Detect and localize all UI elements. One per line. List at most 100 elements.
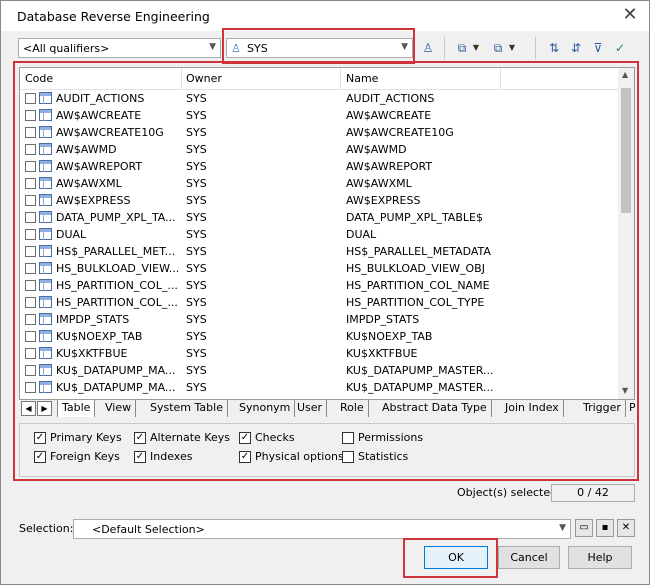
selection-dropdown[interactable]: <Default Selection> ▼ xyxy=(73,519,571,539)
deselect-icon[interactable]: ⧉ xyxy=(487,38,509,58)
row-checkbox[interactable] xyxy=(25,229,36,240)
select-user-icon[interactable]: ♙ xyxy=(417,38,439,58)
table-icon xyxy=(39,296,52,308)
scroll-down-icon[interactable]: ▼ xyxy=(622,386,628,395)
tab-join-index[interactable]: Join Index xyxy=(501,400,564,417)
checks-checkbox[interactable]: ✓ xyxy=(239,432,251,444)
table-row[interactable]: KU$_DATAPUMP_MA... SYS KU$_DATAPUMP_MASTER… xyxy=(20,379,618,396)
foreign-keys-checkbox[interactable]: ✓ xyxy=(34,451,46,463)
indexes-checkbox[interactable]: ✓ xyxy=(134,451,146,463)
table-row[interactable]: KU$XKTFBUE SYS KU$XKTFBUE xyxy=(20,345,618,362)
cell-code: DUAL xyxy=(56,228,87,241)
cell-owner: SYS xyxy=(186,194,207,207)
cancel-button[interactable]: Cancel xyxy=(498,546,560,569)
tab-system-table[interactable]: System Table xyxy=(146,400,228,417)
column-header-owner[interactable]: Owner xyxy=(186,72,222,85)
primary-keys-checkbox[interactable]: ✓ xyxy=(34,432,46,444)
table-row[interactable]: KU$NOEXP_TAB SYS KU$NOEXP_TAB xyxy=(20,328,618,345)
open-folder-icon[interactable]: ▭ xyxy=(575,519,593,537)
cell-code: KU$XKTFBUE xyxy=(56,347,128,360)
table-row[interactable]: HS_BULKLOAD_VIEW... SYS HS_BULKLOAD_VIEW_O… xyxy=(20,260,618,277)
table-row[interactable]: AW$AWCREATE10G SYS AW$AWCREATE10G xyxy=(20,124,618,141)
row-checkbox[interactable] xyxy=(25,127,36,138)
row-checkbox[interactable] xyxy=(25,280,36,291)
row-checkbox[interactable] xyxy=(25,212,36,223)
table-row[interactable]: AW$AWXML SYS AW$AWXML xyxy=(20,175,618,192)
table-row[interactable]: DUAL SYS DUAL xyxy=(20,226,618,243)
filter-check-icon[interactable]: ✓ xyxy=(609,38,631,58)
scroll-thumb[interactable] xyxy=(621,88,631,213)
indexes-label: Indexes xyxy=(150,450,193,463)
cell-code: HS$_PARALLEL_MET... xyxy=(56,245,176,258)
statistics-checkbox[interactable] xyxy=(342,451,354,463)
tab-user[interactable]: User xyxy=(293,400,328,417)
tab-view[interactable]: View xyxy=(101,400,137,417)
row-checkbox[interactable] xyxy=(25,93,36,104)
delete-selection-icon[interactable]: ✕ xyxy=(617,519,635,537)
cell-code: AW$EXPRESS xyxy=(56,194,131,207)
row-checkbox[interactable] xyxy=(25,365,36,376)
table-icon xyxy=(39,262,52,274)
sort-ascending-icon[interactable]: ⇅ xyxy=(543,38,565,58)
row-checkbox[interactable] xyxy=(25,246,36,257)
cell-owner: SYS xyxy=(186,347,207,360)
row-checkbox[interactable] xyxy=(25,161,36,172)
cell-owner: SYS xyxy=(186,381,207,394)
table-row[interactable]: AUDIT_ACTIONS SYS AUDIT_ACTIONS xyxy=(20,90,618,107)
cell-code: HS_PARTITION_COL_... xyxy=(56,279,178,292)
table-row[interactable]: AW$AWMD SYS AW$AWMD xyxy=(20,141,618,158)
row-checkbox[interactable] xyxy=(25,263,36,274)
cell-owner: SYS xyxy=(186,126,207,139)
close-icon[interactable]: ✕ xyxy=(617,3,643,27)
row-checkbox[interactable] xyxy=(25,297,36,308)
row-checkbox[interactable] xyxy=(25,178,36,189)
reverse-options: ✓ Primary Keys ✓ Alternate Keys ✓ Checks Permi… xyxy=(19,423,635,477)
tab-role[interactable]: Role xyxy=(336,400,369,417)
help-button[interactable]: Help xyxy=(568,546,632,569)
chevron-down-icon[interactable]: ▼ xyxy=(471,38,481,58)
tab-scroll-left-icon[interactable]: ◀ xyxy=(21,401,36,416)
table-row[interactable]: DATA_PUMP_XPL_TA... SYS DATA_PUMP_XPL_TABL… xyxy=(20,209,618,226)
row-checkbox[interactable] xyxy=(25,144,36,155)
table-row[interactable]: AW$AWCREATE SYS AW$AWCREATE xyxy=(20,107,618,124)
row-checkbox[interactable] xyxy=(25,331,36,342)
tab-synonym[interactable]: Synonym xyxy=(235,400,296,417)
row-checkbox[interactable] xyxy=(25,314,36,325)
alternate-keys-checkbox[interactable]: ✓ xyxy=(134,432,146,444)
table-row[interactable]: AW$EXPRESS SYS AW$EXPRESS xyxy=(20,192,618,209)
save-selection-icon[interactable]: ▪ xyxy=(596,519,614,537)
cell-name: AW$AWCREATE xyxy=(346,109,432,122)
permissions-checkbox[interactable] xyxy=(342,432,354,444)
owner-dropdown[interactable]: ♙ SYS ▼ xyxy=(226,38,413,58)
qualifier-dropdown[interactable]: <All qualifiers> ▼ xyxy=(18,38,221,58)
table-row[interactable]: HS_PARTITION_COL_... SYS HS_PARTITION_COL_… xyxy=(20,294,618,311)
table-row[interactable]: HS_PARTITION_COL_... SYS HS_PARTITION_COL_… xyxy=(20,277,618,294)
tab-abstract-data-type[interactable]: Abstract Data Type xyxy=(378,400,492,417)
tab-trigger[interactable]: Trigger xyxy=(579,400,626,417)
chevron-down-icon[interactable]: ▼ xyxy=(507,38,517,58)
chevron-down-icon: ▼ xyxy=(209,42,216,52)
select-all-icon[interactable]: ⧉ xyxy=(451,38,473,58)
ok-button[interactable]: OK xyxy=(424,546,488,569)
tab-pr[interactable]: Pr xyxy=(625,400,635,417)
column-header-code[interactable]: Code xyxy=(25,72,53,85)
column-header-name[interactable]: Name xyxy=(346,72,378,85)
physical-options-checkbox[interactable]: ✓ xyxy=(239,451,251,463)
vertical-scrollbar[interactable]: ▲ ▼ xyxy=(618,68,634,399)
scroll-up-icon[interactable]: ▲ xyxy=(622,70,628,79)
tab-scroll-right-icon[interactable]: ▶ xyxy=(37,401,52,416)
cell-owner: SYS xyxy=(186,92,207,105)
row-checkbox[interactable] xyxy=(25,382,36,393)
table-row[interactable]: KU$_DATAPUMP_MA... SYS KU$_DATAPUMP_MASTER… xyxy=(20,362,618,379)
sort-descending-icon[interactable]: ⇵ xyxy=(565,38,587,58)
filter-icon[interactable]: ⊽ xyxy=(587,38,609,58)
row-checkbox[interactable] xyxy=(25,110,36,121)
row-checkbox[interactable] xyxy=(25,348,36,359)
row-checkbox[interactable] xyxy=(25,195,36,206)
table-row[interactable]: AW$AWREPORT SYS AW$AWREPORT xyxy=(20,158,618,175)
table-row[interactable]: HS$_PARALLEL_MET... SYS HS$_PARALLEL_METAD… xyxy=(20,243,618,260)
table-row[interactable]: IMPDP_STATS SYS IMPDP_STATS xyxy=(20,311,618,328)
cell-code: AW$AWREPORT xyxy=(56,160,143,173)
tab-table[interactable]: Table xyxy=(57,400,96,417)
cell-code: AW$AWMD xyxy=(56,143,117,156)
